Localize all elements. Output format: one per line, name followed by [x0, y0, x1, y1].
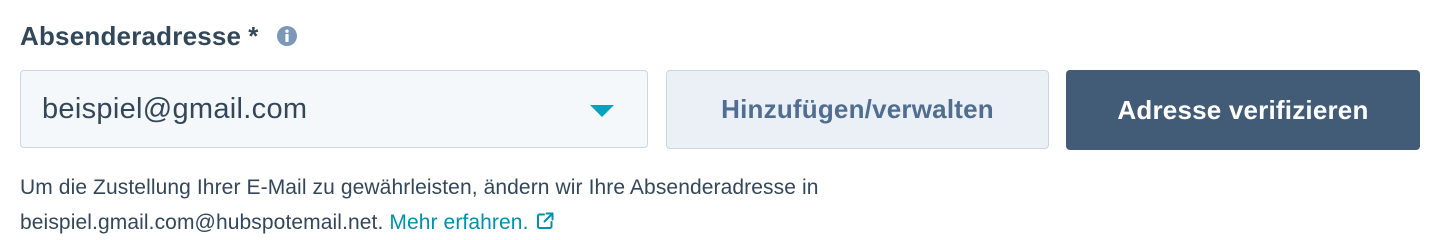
- add-manage-button[interactable]: Hinzufügen/verwalten: [666, 70, 1049, 149]
- sender-address-select[interactable]: beispiel@gmail.com: [20, 70, 648, 148]
- select-value: beispiel@gmail.com: [42, 92, 308, 125]
- learn-more-link[interactable]: Mehr erfahren.: [389, 211, 554, 234]
- help-text: Um die Zustellung Ihrer E-Mail zu gewähr…: [20, 170, 1400, 240]
- sender-address-field: Absenderadresse * beispiel@gmail.com Hin…: [0, 0, 1438, 240]
- external-link-icon: [535, 207, 555, 229]
- field-label-row: Absenderadresse *: [20, 18, 298, 54]
- caret-down-icon: [590, 105, 614, 117]
- verify-address-button[interactable]: Adresse verifizieren: [1066, 70, 1420, 150]
- required-marker: *: [248, 20, 259, 51]
- help-text-address: beispiel.gmail.com@hubspotemail.net.: [20, 211, 384, 234]
- info-circle-icon[interactable]: [276, 25, 298, 47]
- learn-more-label: Mehr erfahren.: [389, 211, 529, 234]
- field-label: Absenderadresse: [20, 20, 242, 51]
- help-text-line1: Um die Zustellung Ihrer E-Mail zu gewähr…: [20, 176, 819, 199]
